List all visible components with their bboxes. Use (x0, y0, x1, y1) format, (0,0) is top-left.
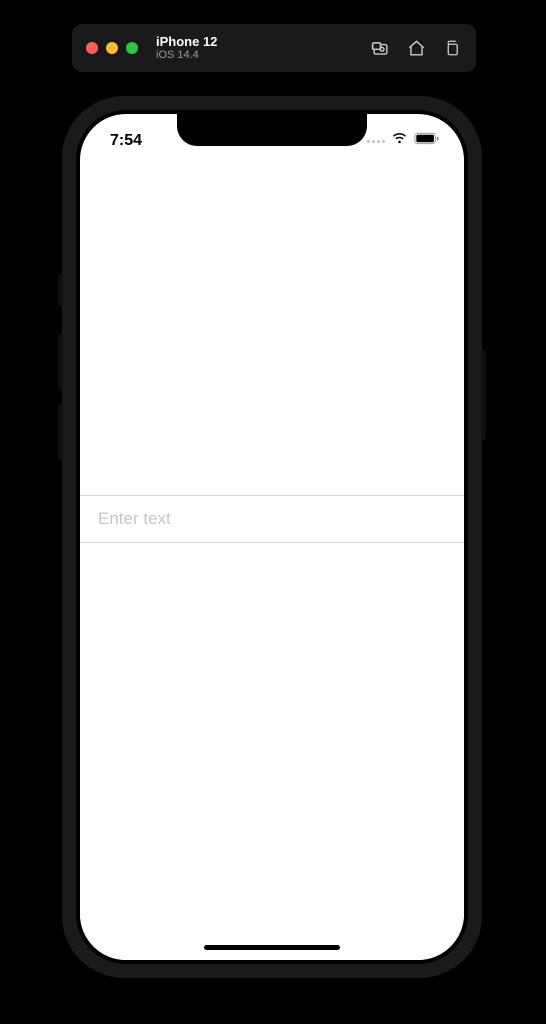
mute-switch[interactable] (58, 274, 63, 306)
phone-screen: 7:54 (80, 114, 464, 960)
status-time-label: 7:54 (110, 132, 142, 150)
simulator-actions (370, 38, 462, 58)
minimize-window-button[interactable] (106, 42, 118, 54)
home-indicator[interactable] (204, 945, 340, 950)
home-icon[interactable] (406, 38, 426, 58)
screenshot-icon[interactable] (370, 38, 390, 58)
text-input-container (80, 495, 464, 543)
wifi-icon (391, 132, 408, 150)
battery-icon (414, 132, 440, 150)
volume-down-button[interactable] (58, 404, 63, 460)
fullscreen-window-button[interactable] (126, 42, 138, 54)
phone-bezel: 7:54 (76, 110, 468, 964)
simulator-info: iPhone 12 iOS 14.4 (156, 35, 217, 61)
volume-up-button[interactable] (58, 334, 63, 390)
app-content (80, 162, 464, 960)
close-window-button[interactable] (86, 42, 98, 54)
cellular-signal-icon (367, 140, 385, 143)
text-input[interactable] (98, 509, 446, 529)
device-name-label: iPhone 12 (156, 35, 217, 49)
window-controls (86, 42, 138, 54)
phone-frame: 7:54 (62, 96, 482, 978)
power-button[interactable] (481, 350, 486, 440)
copy-icon[interactable] (442, 38, 462, 58)
simulator-toolbar: iPhone 12 iOS 14.4 (72, 24, 476, 72)
status-indicators (367, 132, 440, 150)
notch (177, 114, 367, 146)
os-version-label: iOS 14.4 (156, 49, 217, 61)
